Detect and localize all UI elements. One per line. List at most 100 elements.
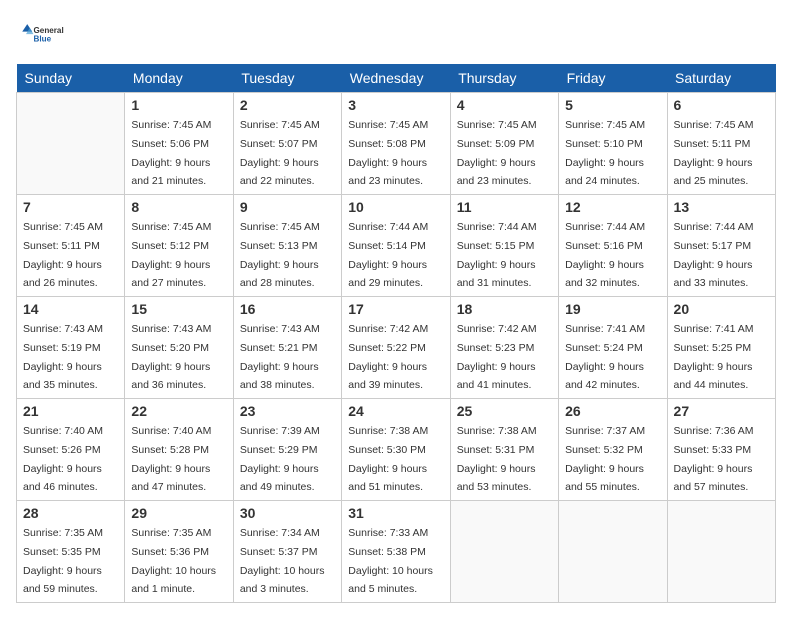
- header-day-sunday: Sunday: [17, 64, 125, 93]
- day-detail: Sunrise: 7:44 AMSunset: 5:16 PMDaylight:…: [565, 221, 645, 289]
- day-cell: 10 Sunrise: 7:44 AMSunset: 5:14 PMDaylig…: [342, 195, 450, 297]
- day-cell: 15 Sunrise: 7:43 AMSunset: 5:20 PMDaylig…: [125, 297, 233, 399]
- day-cell: 14 Sunrise: 7:43 AMSunset: 5:19 PMDaylig…: [17, 297, 125, 399]
- day-number: 31: [348, 505, 443, 521]
- calendar-header-row: SundayMondayTuesdayWednesdayThursdayFrid…: [17, 64, 776, 93]
- day-detail: Sunrise: 7:40 AMSunset: 5:26 PMDaylight:…: [23, 425, 103, 493]
- day-number: 15: [131, 301, 226, 317]
- header-day-tuesday: Tuesday: [233, 64, 341, 93]
- day-detail: Sunrise: 7:40 AMSunset: 5:28 PMDaylight:…: [131, 425, 211, 493]
- day-detail: Sunrise: 7:41 AMSunset: 5:25 PMDaylight:…: [674, 323, 754, 391]
- header-day-saturday: Saturday: [667, 64, 775, 93]
- week-row-1: 1 Sunrise: 7:45 AMSunset: 5:06 PMDayligh…: [17, 93, 776, 195]
- day-cell: 19 Sunrise: 7:41 AMSunset: 5:24 PMDaylig…: [559, 297, 667, 399]
- day-detail: Sunrise: 7:45 AMSunset: 5:09 PMDaylight:…: [457, 119, 537, 187]
- day-cell: 21 Sunrise: 7:40 AMSunset: 5:26 PMDaylig…: [17, 399, 125, 501]
- day-detail: Sunrise: 7:35 AMSunset: 5:35 PMDaylight:…: [23, 527, 103, 595]
- day-number: 7: [23, 199, 118, 215]
- day-cell: 24 Sunrise: 7:38 AMSunset: 5:30 PMDaylig…: [342, 399, 450, 501]
- day-detail: Sunrise: 7:45 AMSunset: 5:08 PMDaylight:…: [348, 119, 428, 187]
- day-cell: 13 Sunrise: 7:44 AMSunset: 5:17 PMDaylig…: [667, 195, 775, 297]
- day-number: 29: [131, 505, 226, 521]
- header-day-friday: Friday: [559, 64, 667, 93]
- day-number: 26: [565, 403, 660, 419]
- day-cell: 26 Sunrise: 7:37 AMSunset: 5:32 PMDaylig…: [559, 399, 667, 501]
- day-detail: Sunrise: 7:43 AMSunset: 5:21 PMDaylight:…: [240, 323, 320, 391]
- header-day-wednesday: Wednesday: [342, 64, 450, 93]
- day-cell: [17, 93, 125, 195]
- svg-text:General: General: [34, 26, 64, 35]
- day-detail: Sunrise: 7:35 AMSunset: 5:36 PMDaylight:…: [131, 527, 216, 595]
- day-number: 9: [240, 199, 335, 215]
- calendar-table: SundayMondayTuesdayWednesdayThursdayFrid…: [16, 64, 776, 603]
- day-number: 13: [674, 199, 769, 215]
- day-detail: Sunrise: 7:37 AMSunset: 5:32 PMDaylight:…: [565, 425, 645, 493]
- day-number: 17: [348, 301, 443, 317]
- day-detail: Sunrise: 7:43 AMSunset: 5:19 PMDaylight:…: [23, 323, 103, 391]
- day-number: 11: [457, 199, 552, 215]
- day-cell: 5 Sunrise: 7:45 AMSunset: 5:10 PMDayligh…: [559, 93, 667, 195]
- day-number: 30: [240, 505, 335, 521]
- logo: General Blue: [16, 16, 66, 56]
- day-cell: 1 Sunrise: 7:45 AMSunset: 5:06 PMDayligh…: [125, 93, 233, 195]
- day-cell: 8 Sunrise: 7:45 AMSunset: 5:12 PMDayligh…: [125, 195, 233, 297]
- day-detail: Sunrise: 7:45 AMSunset: 5:12 PMDaylight:…: [131, 221, 211, 289]
- day-number: 24: [348, 403, 443, 419]
- day-detail: Sunrise: 7:38 AMSunset: 5:30 PMDaylight:…: [348, 425, 428, 493]
- week-row-4: 21 Sunrise: 7:40 AMSunset: 5:26 PMDaylig…: [17, 399, 776, 501]
- day-detail: Sunrise: 7:34 AMSunset: 5:37 PMDaylight:…: [240, 527, 325, 595]
- svg-text:Blue: Blue: [34, 35, 52, 44]
- day-cell: 30 Sunrise: 7:34 AMSunset: 5:37 PMDaylig…: [233, 501, 341, 603]
- day-cell: 25 Sunrise: 7:38 AMSunset: 5:31 PMDaylig…: [450, 399, 558, 501]
- week-row-5: 28 Sunrise: 7:35 AMSunset: 5:35 PMDaylig…: [17, 501, 776, 603]
- day-number: 19: [565, 301, 660, 317]
- day-detail: Sunrise: 7:42 AMSunset: 5:22 PMDaylight:…: [348, 323, 428, 391]
- page-header: General Blue: [16, 16, 776, 56]
- day-number: 18: [457, 301, 552, 317]
- day-detail: Sunrise: 7:45 AMSunset: 5:11 PMDaylight:…: [23, 221, 103, 289]
- day-cell: 7 Sunrise: 7:45 AMSunset: 5:11 PMDayligh…: [17, 195, 125, 297]
- day-cell: [667, 501, 775, 603]
- day-number: 6: [674, 97, 769, 113]
- day-detail: Sunrise: 7:45 AMSunset: 5:11 PMDaylight:…: [674, 119, 754, 187]
- day-number: 2: [240, 97, 335, 113]
- day-detail: Sunrise: 7:36 AMSunset: 5:33 PMDaylight:…: [674, 425, 754, 493]
- day-number: 5: [565, 97, 660, 113]
- day-number: 28: [23, 505, 118, 521]
- day-detail: Sunrise: 7:44 AMSunset: 5:17 PMDaylight:…: [674, 221, 754, 289]
- day-detail: Sunrise: 7:45 AMSunset: 5:10 PMDaylight:…: [565, 119, 645, 187]
- day-detail: Sunrise: 7:41 AMSunset: 5:24 PMDaylight:…: [565, 323, 645, 391]
- day-cell: 17 Sunrise: 7:42 AMSunset: 5:22 PMDaylig…: [342, 297, 450, 399]
- day-number: 12: [565, 199, 660, 215]
- day-cell: 22 Sunrise: 7:40 AMSunset: 5:28 PMDaylig…: [125, 399, 233, 501]
- day-detail: Sunrise: 7:42 AMSunset: 5:23 PMDaylight:…: [457, 323, 537, 391]
- day-cell: 3 Sunrise: 7:45 AMSunset: 5:08 PMDayligh…: [342, 93, 450, 195]
- day-cell: [559, 501, 667, 603]
- day-number: 22: [131, 403, 226, 419]
- day-number: 4: [457, 97, 552, 113]
- day-number: 1: [131, 97, 226, 113]
- day-number: 3: [348, 97, 443, 113]
- day-detail: Sunrise: 7:33 AMSunset: 5:38 PMDaylight:…: [348, 527, 433, 595]
- day-cell: 9 Sunrise: 7:45 AMSunset: 5:13 PMDayligh…: [233, 195, 341, 297]
- day-number: 25: [457, 403, 552, 419]
- day-cell: 6 Sunrise: 7:45 AMSunset: 5:11 PMDayligh…: [667, 93, 775, 195]
- day-cell: 31 Sunrise: 7:33 AMSunset: 5:38 PMDaylig…: [342, 501, 450, 603]
- day-number: 8: [131, 199, 226, 215]
- day-number: 14: [23, 301, 118, 317]
- day-number: 23: [240, 403, 335, 419]
- day-detail: Sunrise: 7:45 AMSunset: 5:07 PMDaylight:…: [240, 119, 320, 187]
- day-number: 27: [674, 403, 769, 419]
- day-cell: 11 Sunrise: 7:44 AMSunset: 5:15 PMDaylig…: [450, 195, 558, 297]
- day-detail: Sunrise: 7:38 AMSunset: 5:31 PMDaylight:…: [457, 425, 537, 493]
- header-day-thursday: Thursday: [450, 64, 558, 93]
- day-detail: Sunrise: 7:43 AMSunset: 5:20 PMDaylight:…: [131, 323, 211, 391]
- day-cell: 20 Sunrise: 7:41 AMSunset: 5:25 PMDaylig…: [667, 297, 775, 399]
- day-number: 16: [240, 301, 335, 317]
- day-detail: Sunrise: 7:44 AMSunset: 5:14 PMDaylight:…: [348, 221, 428, 289]
- week-row-3: 14 Sunrise: 7:43 AMSunset: 5:19 PMDaylig…: [17, 297, 776, 399]
- logo-svg: General Blue: [16, 16, 66, 56]
- day-cell: 28 Sunrise: 7:35 AMSunset: 5:35 PMDaylig…: [17, 501, 125, 603]
- day-detail: Sunrise: 7:44 AMSunset: 5:15 PMDaylight:…: [457, 221, 537, 289]
- day-cell: 16 Sunrise: 7:43 AMSunset: 5:21 PMDaylig…: [233, 297, 341, 399]
